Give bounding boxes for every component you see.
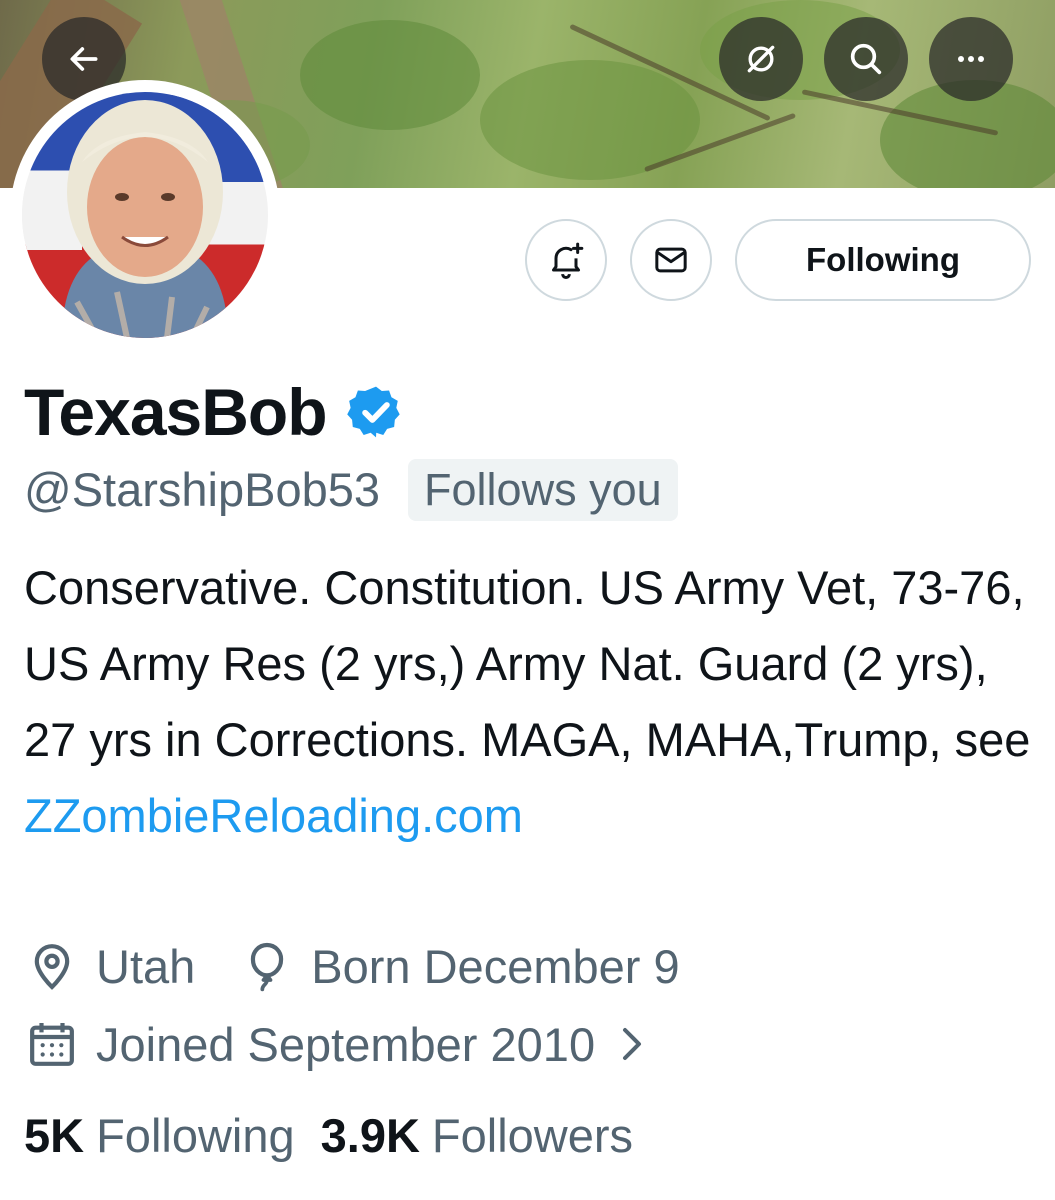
display-name: TexasBob [24, 375, 328, 449]
location-text: Utah [96, 939, 196, 993]
user-handle: @StarshipBob53 [24, 463, 381, 516]
avatar[interactable] [22, 92, 268, 338]
profile-meta-row-2[interactable]: Joined September 2010 [24, 1016, 655, 1072]
grok-icon [747, 45, 775, 73]
handle-row: @StarshipBob53 Follows you [24, 458, 678, 522]
following-label: Following [96, 1109, 295, 1162]
more-icon [958, 56, 984, 62]
following-count: 5K [24, 1109, 85, 1162]
balloon-icon [251, 942, 284, 992]
name-row: TexasBob [24, 372, 405, 452]
followers-count: 3.9K [320, 1109, 420, 1162]
follows-you-badge: Follows you [408, 459, 678, 521]
mail-icon [655, 247, 687, 273]
location-pin-icon [34, 944, 70, 990]
search-icon [850, 43, 882, 75]
followers-stat[interactable]: 3.9K Followers [321, 1108, 633, 1163]
avatar-frame[interactable] [10, 80, 280, 350]
bio-link[interactable]: ZZombieReloading.com [24, 789, 523, 842]
notifications-button[interactable] [525, 219, 607, 301]
joined-item[interactable]: Joined September 2010 [24, 1016, 655, 1072]
grok-button[interactable] [719, 17, 803, 101]
following-stat[interactable]: 5K Following [24, 1108, 295, 1163]
birthday-text: Born December 9 [311, 939, 680, 993]
verified-badge-icon[interactable] [346, 383, 405, 441]
joined-text: Joined September 2010 [96, 1017, 596, 1071]
location-item: Utah [24, 938, 195, 994]
avatar-portrait [22, 92, 268, 338]
search-button[interactable] [824, 17, 908, 101]
profile-meta-row-1: Utah Born December 9 [24, 938, 680, 994]
followers-label: Followers [431, 1109, 634, 1162]
bio: Conservative. Constitution. US Army Vet,… [24, 550, 1034, 854]
calendar-icon [30, 1023, 74, 1066]
message-button[interactable] [630, 219, 712, 301]
more-button[interactable] [929, 17, 1013, 101]
follow-stats: 5K Following 3.9K Followers [24, 1108, 633, 1163]
birthday-item: Born December 9 [239, 938, 680, 994]
following-button[interactable]: Following [735, 219, 1031, 301]
bio-text: Conservative. Constitution. US Army Vet,… [24, 561, 1031, 766]
chevron-right-icon [623, 1028, 642, 1060]
notification-bell-plus-icon [552, 242, 584, 279]
back-arrow-icon [70, 47, 98, 71]
